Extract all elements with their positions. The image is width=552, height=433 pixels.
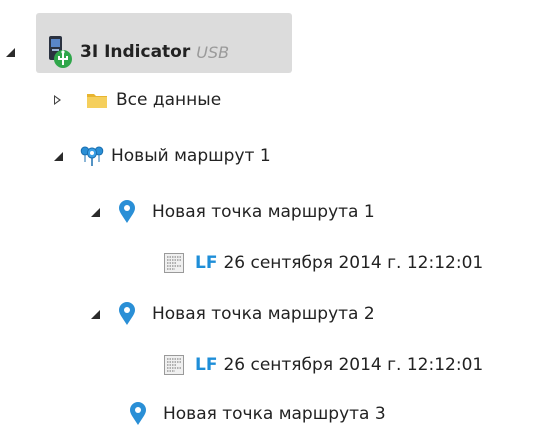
folder-icon xyxy=(86,91,108,109)
map-pin-icon xyxy=(129,402,147,426)
expand-toggle-icon[interactable] xyxy=(91,207,100,217)
measurement-type: LF xyxy=(195,355,218,375)
device-connection-tag: USB xyxy=(196,42,230,62)
tree-item-route-point-3[interactable]: Новая точка маршрута 3 xyxy=(129,402,386,426)
tree-item-all-data[interactable]: Все данные xyxy=(54,90,221,110)
measurement-timestamp: 26 сентября 2014 г. 12:12:01 xyxy=(223,253,484,273)
map-pin-icon xyxy=(118,302,136,326)
tree-item-label: Новая точка маршрута 3 xyxy=(163,404,386,424)
map-pin-icon xyxy=(118,200,136,224)
tree-item-label: Все данные xyxy=(116,90,222,110)
tree-item-route-point-2[interactable]: Новая точка маршрута 2 xyxy=(91,302,375,326)
route-icon xyxy=(79,144,105,168)
tree-item-label: Новый маршрут 1 xyxy=(111,146,271,166)
tree-item-label: Новая точка маршрута 1 xyxy=(152,202,375,222)
measurement-document-icon xyxy=(163,354,185,376)
measurement-document-icon xyxy=(163,252,185,274)
device-usb-icon xyxy=(46,35,74,69)
tree-item-route[interactable]: Новый маршрут 1 xyxy=(54,144,271,168)
measurement-type: LF xyxy=(195,253,218,273)
collapse-toggle-icon[interactable] xyxy=(54,95,61,105)
tree-item-measurement-2[interactable]: LF 26 сентября 2014 г. 12:12:01 xyxy=(163,354,483,376)
device-name: 3I Indicator xyxy=(80,42,191,62)
measurement-timestamp: 26 сентября 2014 г. 12:12:01 xyxy=(223,355,484,375)
tree-item-measurement-1[interactable]: LF 26 сентября 2014 г. 12:12:01 xyxy=(163,252,483,274)
expand-toggle-icon[interactable] xyxy=(91,309,100,319)
expand-toggle-icon[interactable] xyxy=(6,47,15,57)
tree-item-label: Новая точка маршрута 2 xyxy=(152,304,375,324)
expand-toggle-icon[interactable] xyxy=(54,151,63,161)
tree-item-route-point-1[interactable]: Новая точка маршрута 1 xyxy=(91,200,375,224)
device-node[interactable]: 3I Indicator USB xyxy=(6,35,229,69)
